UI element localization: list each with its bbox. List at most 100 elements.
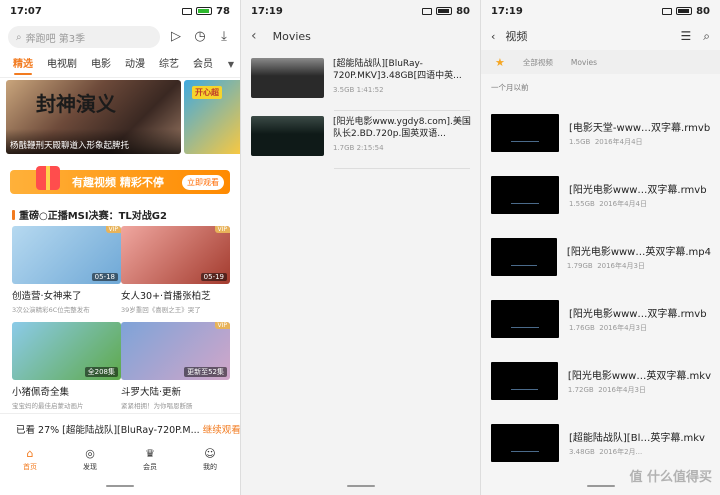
- promo-banner[interactable]: 有趣视频 精彩不停 立即观看: [10, 166, 230, 194]
- video-file-item[interactable]: [阳光电影www…双字幕.rmvb 1.76GB 2016年4月3日: [491, 299, 711, 339]
- wifi-icon: [422, 7, 433, 15]
- nav-label: 发现: [83, 463, 97, 471]
- play-icon[interactable]: ▷: [168, 29, 184, 45]
- tab-movies[interactable]: 电影: [84, 52, 118, 78]
- vip-badge: VIP: [214, 226, 230, 233]
- download-icon[interactable]: ⤓: [216, 29, 232, 45]
- video-file-item[interactable]: [阳光电影www…双字幕.rmvb 1.55GB 2016年4月4日: [491, 175, 711, 215]
- file-date: 2016年4月3日: [599, 324, 647, 332]
- file-title: [超能陆战队][BluRay-720P.MKV]3.48GB[四语中英...: [333, 59, 462, 81]
- battery-icon: [196, 7, 213, 15]
- video-file-item[interactable]: [电影天堂-www…双字幕.rmvb 1.5GB 2016年4月4日: [491, 113, 711, 153]
- file-title: [阳光电影www…双字幕.rmvb: [569, 185, 707, 196]
- battery-level: 80: [696, 5, 710, 17]
- status-time: 17:19: [491, 5, 523, 17]
- promo-button[interactable]: 立即观看: [182, 174, 224, 190]
- status-time: 17:07: [10, 5, 42, 17]
- tab-tv[interactable]: 电视剧: [40, 52, 84, 78]
- back-icon[interactable]: ‹: [251, 28, 257, 44]
- secondary-banner[interactable]: 开心超: [184, 80, 240, 154]
- video-tag: 更新至52集: [184, 367, 227, 377]
- section-accent: [12, 209, 15, 220]
- video-title: 女人30+·首播张柏芝: [121, 291, 211, 302]
- featured-banner[interactable]: 封神演义 杨戬鞭刑天殿聊道入形象起脾托: [6, 80, 181, 154]
- video-file-item[interactable]: [阳光电影www…英双字幕.mkv 1.72GB 2016年4月3日: [491, 361, 711, 401]
- header: ‹ 视频 ☰ ⌕: [481, 22, 720, 50]
- battery-icon: [436, 7, 453, 15]
- video-file-item[interactable]: [阳光电影www…英双字幕.mp4 1.79GB 2016年4月3日: [491, 237, 711, 277]
- file-size: 1.5GB: [569, 138, 591, 146]
- nav-label: 我的: [203, 463, 217, 471]
- video-thumbnail: [491, 114, 559, 152]
- more-tabs-icon[interactable]: ▼: [228, 60, 234, 69]
- file-size: 1.55GB: [569, 200, 595, 208]
- wifi-icon: [182, 7, 193, 15]
- star-icon[interactable]: ★: [495, 56, 505, 69]
- file-title: [阳光电影www…英双字幕.mp4: [566, 247, 711, 258]
- video-thumbnail: [491, 176, 559, 214]
- file-date: 2016年2月...: [599, 448, 643, 456]
- wifi-icon: [662, 7, 673, 15]
- nav-item-crown[interactable]: ♛ 会员: [143, 448, 157, 472]
- breadcrumb-all-videos[interactable]: 全部视频: [523, 57, 553, 68]
- file-list-item[interactable]: [超能陆战队][BluRay-720P.MKV]3.48GB[四语中英... 3.…: [251, 58, 471, 104]
- video-card[interactable]: 全208集 小猪佩奇全集 宝宝妈的最佳启蒙动画片: [12, 322, 121, 410]
- discover-icon: ◎: [85, 447, 95, 460]
- history-icon[interactable]: ◷: [192, 29, 208, 45]
- search-icon[interactable]: ⌕: [703, 29, 710, 44]
- back-icon[interactable]: ‹: [491, 30, 495, 43]
- list-view-icon[interactable]: ☰: [681, 29, 692, 44]
- file-date: 2016年4月4日: [594, 138, 643, 146]
- nav-label: 会员: [143, 463, 157, 471]
- video-subtitle: 3次公演精彩6C位完整发布: [12, 306, 90, 314]
- home-indicator: [586, 485, 615, 487]
- file-date: 2016年4月3日: [597, 262, 645, 270]
- tab-variety[interactable]: 综艺: [152, 52, 186, 78]
- status-bar: 17:19 80: [481, 0, 720, 22]
- video-card[interactable]: VIP 05-19 女人30+·首播张柏芝 39岁重回《喜剧之王》哭了: [121, 226, 230, 314]
- video-thumbnail: [491, 300, 559, 338]
- video-tag: 05-19: [200, 273, 227, 281]
- nav-item-discover[interactable]: ◎ 发现: [83, 448, 97, 472]
- video-thumbnail: VIP 05-19: [121, 226, 230, 284]
- file-meta: 1.5GB 2016年4月4日: [569, 137, 710, 147]
- video-file-item[interactable]: [超能陆战队][Bl…英字幕.mkv 3.48GB 2016年2月...: [491, 423, 711, 463]
- resume-button[interactable]: 继续观看: [203, 422, 240, 436]
- video-thumbnail: [491, 424, 559, 462]
- secondary-banner-label: 开心超: [192, 86, 222, 99]
- file-size: 1.72GB: [567, 386, 594, 394]
- divider: [334, 110, 470, 111]
- video-title: 斗罗大陆·更新: [121, 387, 182, 398]
- watermark: 值 什么值得买: [629, 470, 712, 485]
- status-bar: 17:07 78: [0, 0, 240, 22]
- file-meta: 1.72GB 2016年4月3日: [568, 385, 711, 395]
- resume-title: [超能陆战队][BluRay-720P.M...: [62, 424, 200, 436]
- video-thumbnail: 全208集: [12, 322, 121, 380]
- file-size: 1.76GB: [569, 324, 595, 332]
- video-thumbnail: [491, 362, 558, 400]
- gift-icon: [36, 166, 60, 190]
- search-input[interactable]: ⌕ 奔跑吧 第3季: [8, 26, 160, 48]
- vip-badge: VIP: [105, 226, 121, 233]
- nav-item-home[interactable]: ⌂ 首页: [23, 448, 37, 472]
- file-size: 1.79GB: [566, 262, 593, 270]
- tab-anime[interactable]: 动漫: [118, 52, 152, 78]
- video-card[interactable]: VIP 05-18 创造营·女神来了 3次公演精彩6C位完整发布: [12, 226, 121, 314]
- battery-level: 80: [456, 5, 470, 17]
- file-list-item[interactable]: [阳光电影www.ygdy8.com].美国队长2.BD.720p.国英双语..…: [251, 116, 471, 162]
- video-card[interactable]: VIP 更新至52集 斗罗大陆·更新 紧紧相拥！为你唱恩断肠: [121, 322, 230, 410]
- tab-member[interactable]: 会员: [186, 52, 220, 78]
- nav-item-profile[interactable]: ☺ 我的: [203, 448, 217, 472]
- movies-folder-list: 17:19 80 ‹ Movies [超能陆战队][BluRay-720P.MK…: [240, 0, 480, 495]
- tab-featured[interactable]: 精选: [6, 52, 40, 78]
- resume-progress: 已看 27%: [16, 424, 60, 436]
- video-subtitle: 39岁重回《喜剧之王》哭了: [121, 306, 201, 314]
- file-meta: 3.48GB 2016年2月...: [569, 447, 705, 457]
- search-placeholder: 奔跑吧 第3季: [25, 33, 86, 45]
- breadcrumb-movies[interactable]: Movies: [571, 58, 597, 67]
- video-tag: 全208集: [84, 367, 118, 377]
- video-file-browser: 17:19 80 ‹ 视频 ☰ ⌕ ★ 全部视频 Movies 一个月以前 [电…: [480, 0, 720, 495]
- resume-bar[interactable]: 已看 27% [超能陆战队][BluRay-720P.M... 继续观看: [0, 413, 240, 443]
- video-title: 创造营·女神来了: [12, 291, 82, 302]
- page-title: 视频: [505, 30, 528, 43]
